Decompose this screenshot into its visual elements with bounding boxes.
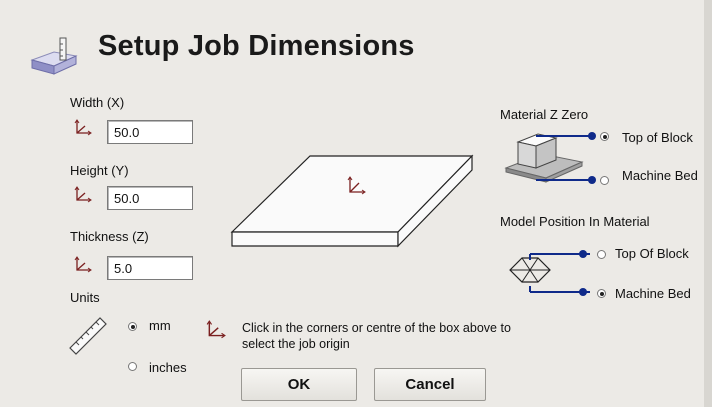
- zzero-machine-bed-radio[interactable]: [600, 176, 609, 185]
- connector-dot: [588, 132, 596, 140]
- units-inches-label: inches: [149, 360, 187, 375]
- units-mm-label: mm: [149, 318, 171, 333]
- job-block-diagram[interactable]: [226, 150, 506, 252]
- origin-axis-icon: [74, 119, 92, 136]
- position-top-of-block-radio[interactable]: [597, 250, 606, 259]
- width-input[interactable]: [107, 120, 193, 144]
- material-z-zero-label: Material Z Zero: [500, 107, 589, 122]
- height-input[interactable]: [107, 186, 193, 210]
- ok-button[interactable]: OK: [241, 368, 357, 401]
- width-label: Width (X): [70, 95, 125, 110]
- position-top-of-block-label: Top Of Block: [615, 246, 689, 261]
- zzero-top-of-block-label: Top of Block: [622, 130, 693, 145]
- units-mm-radio[interactable]: [128, 322, 137, 331]
- position-machine-bed-label: Machine Bed: [615, 286, 691, 301]
- ruler-icon: [69, 317, 107, 355]
- model-position-label: Model Position In Material: [500, 214, 650, 229]
- height-label: Height (Y): [70, 163, 129, 178]
- window-edge: [704, 0, 712, 407]
- zzero-machine-bed-label: Machine Bed: [622, 168, 698, 183]
- zzero-top-of-block-radio[interactable]: [600, 132, 609, 141]
- origin-axis-icon: [206, 320, 226, 339]
- position-machine-bed-radio[interactable]: [597, 289, 606, 298]
- block-icon: [30, 37, 78, 75]
- units-label: Units: [70, 290, 100, 305]
- connector-dot: [579, 288, 587, 296]
- block-top-diagram-icon: [504, 133, 594, 183]
- connector-dot: [588, 176, 596, 184]
- units-inches-radio[interactable]: [128, 362, 137, 371]
- connector-dot: [579, 250, 587, 258]
- thickness-label: Thickness (Z): [70, 229, 149, 244]
- origin-axis-icon: [74, 256, 92, 273]
- thickness-input[interactable]: [107, 256, 193, 280]
- cancel-button[interactable]: Cancel: [374, 368, 486, 401]
- origin-axis-icon: [74, 186, 92, 203]
- dialog-title: Setup Job Dimensions: [98, 30, 415, 62]
- origin-hint-text: Click in the corners or centre of the bo…: [242, 321, 511, 351]
